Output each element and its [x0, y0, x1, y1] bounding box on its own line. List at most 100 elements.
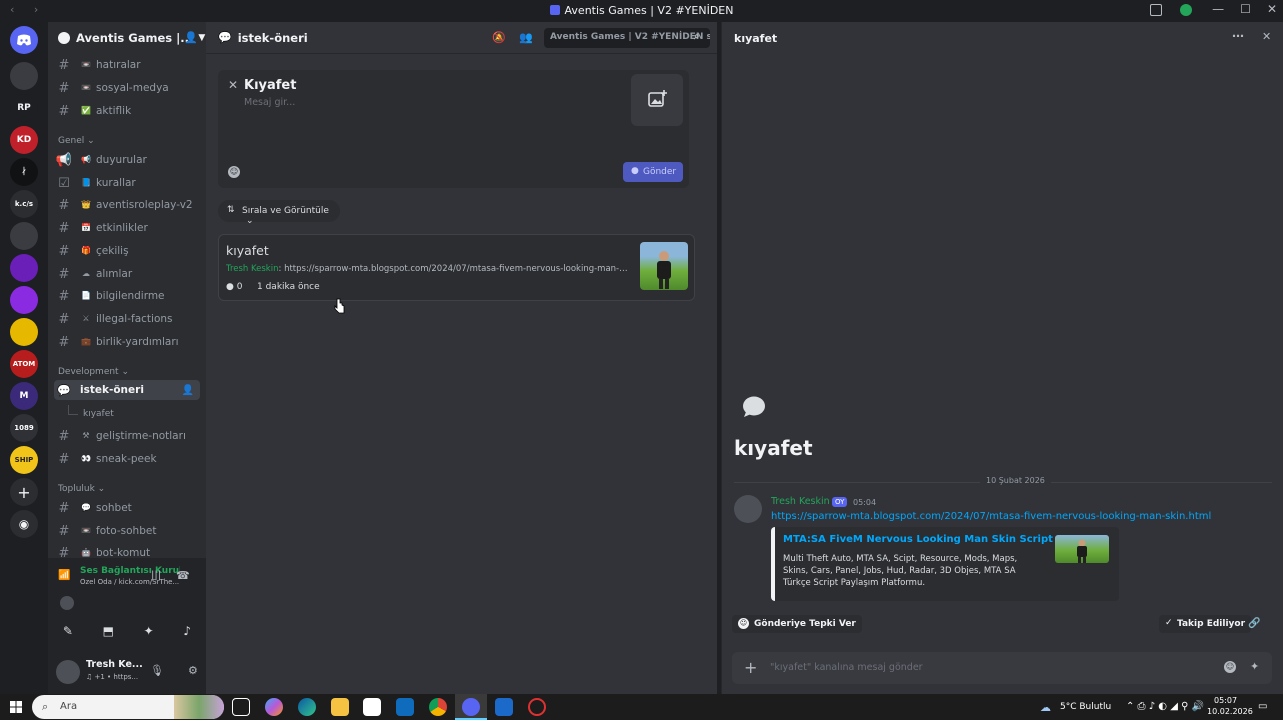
help-icon[interactable] [1180, 4, 1192, 16]
user-avatar[interactable] [56, 660, 80, 684]
mail-icon[interactable] [396, 698, 414, 716]
emoji-picker-icon[interactable]: ☺ [228, 166, 240, 178]
chrome-icon[interactable] [429, 698, 447, 716]
voice-status[interactable]: Ses Bağlantısı Kuruldu [80, 566, 180, 576]
server-icon-1[interactable] [10, 62, 38, 90]
add-image-button[interactable] [631, 74, 683, 126]
channel-sohbet[interactable]: # 💬 sohbet [54, 498, 200, 518]
server-icon-rp[interactable]: RP [10, 94, 38, 122]
server-icon-m[interactable]: M [10, 382, 38, 410]
app-icon-8[interactable] [495, 698, 513, 716]
create-invite-icon[interactable]: 👤 [182, 385, 194, 396]
channel-etkinlikler[interactable]: # 📅 etkinlikler [54, 218, 200, 238]
channel-aventisroleplay-v2[interactable]: # 👑 aventisroleplay-v2 [54, 195, 200, 215]
category-genel[interactable]: Genel ⌄ [58, 136, 95, 146]
close-icon[interactable]: ✕ [228, 78, 238, 92]
channel-istek-oneri[interactable]: 💬 istek-öneri 👤 [54, 380, 200, 400]
category-development[interactable]: Development ⌄ [58, 367, 129, 377]
clock-time[interactable]: 05:07 [1214, 696, 1237, 705]
server-icon-ship[interactable]: SHIP [10, 446, 38, 474]
windows-start-icon[interactable] [10, 701, 22, 713]
microsoft-store-icon[interactable] [363, 698, 381, 716]
edge-browser-icon[interactable] [298, 698, 316, 716]
user-name[interactable]: Tresh Ke... [86, 659, 143, 670]
disconnect-icon[interactable]: ☎ [176, 569, 190, 582]
channel-sneak-peek[interactable]: # 👀 sneak-peek [54, 449, 200, 469]
add-server-button[interactable]: + [10, 478, 38, 506]
server-icon-1089[interactable]: 1089 [10, 414, 38, 442]
camera-off-icon[interactable]: ✎ [63, 624, 73, 638]
channel-aktiflik[interactable]: # ✅ aktiflik [54, 101, 200, 121]
inbox-icon[interactable] [1150, 4, 1162, 16]
task-view-icon[interactable] [232, 698, 250, 716]
channel-hatiralar[interactable]: # 📼 hatıralar [54, 55, 200, 75]
author-avatar[interactable] [734, 495, 762, 523]
server-icon-6[interactable] [10, 222, 38, 250]
server-icon-9[interactable] [10, 318, 38, 346]
notifications-muted-icon[interactable]: 🔕 [492, 31, 506, 44]
screen-share-icon[interactable]: ⬒ [103, 624, 114, 638]
channel-alimlar[interactable]: # ☁ alımlar [54, 264, 200, 284]
channel-duyurular[interactable]: 📢 📢 duyurular [54, 150, 200, 170]
category-topluluk[interactable]: Topluluk ⌄ [58, 484, 105, 494]
post-title-input[interactable]: Kıyafet [244, 78, 296, 93]
member-list-icon[interactable]: 👥 [519, 31, 533, 44]
close-window-button[interactable]: ✕ [1267, 2, 1277, 16]
forum-post-card[interactable]: kıyafet Tresh Keskin: https://sparrow-mt… [218, 234, 695, 301]
activities-icon[interactable]: ✦ [144, 624, 154, 638]
search-icon[interactable]: ⌕ [694, 31, 700, 42]
thread-kiyafet[interactable]: kıyafet [68, 404, 214, 424]
server-icon-8[interactable] [10, 286, 38, 314]
channel-birlik-yardimlari[interactable]: # 💼 birlik-yardımları [54, 332, 200, 352]
send-button[interactable]: ● Gönder [623, 162, 683, 182]
emoji-picker-icon[interactable]: ☺ [1224, 661, 1236, 673]
server-header[interactable]: Aventis Games |... ▼ 👤 [48, 22, 206, 54]
system-tray-icons[interactable]: ⌃ ⎙ ♪ ◐ ◢ ⚲ 🔊 [1126, 701, 1204, 712]
clock-date[interactable]: 10.02.2026 [1207, 707, 1253, 716]
channel-gelistirme-notlari[interactable]: # ⚒ geliştirme-notları [54, 426, 200, 446]
server-icon-7[interactable] [10, 254, 38, 282]
server-icon-atom[interactable]: ATOM [10, 350, 38, 378]
taskbar-search-box[interactable]: ⌕ Ara [32, 695, 224, 719]
home-button[interactable] [10, 26, 38, 54]
following-button[interactable]: ✓ Takip Ediliyor [1159, 615, 1252, 633]
more-options-icon[interactable]: ⋯ [1232, 29, 1244, 43]
notification-center-icon[interactable]: ▭ [1258, 701, 1267, 712]
voice-detail[interactable]: Özel Oda / kick.com/SrThe... [80, 578, 184, 586]
server-icon-kd[interactable]: KD [10, 126, 38, 154]
channel-sosyal-medya[interactable]: # 📼 sosyal-medya [54, 78, 200, 98]
maximize-button[interactable]: ☐ [1240, 2, 1251, 16]
channel-cekilis[interactable]: # 🎁 çekiliş [54, 241, 200, 261]
close-thread-icon[interactable]: ✕ [1262, 30, 1271, 43]
thread-message-input[interactable]: + "kıyafet" kanalına mesaj gönder ☺ ✦ [732, 652, 1272, 684]
file-explorer-icon[interactable] [331, 698, 349, 716]
app-icon-9[interactable] [528, 698, 546, 716]
channel-bilgilendirme[interactable]: # 📄 bilgilendirme [54, 286, 200, 306]
react-to-post-button[interactable]: ☺ Gönderiye Tepki Ver [732, 615, 862, 633]
invite-people-icon[interactable]: 👤 [184, 31, 198, 44]
weather-text[interactable]: 5°C Bulutlu [1060, 702, 1111, 712]
settings-gear-icon[interactable]: ⚙ [188, 664, 198, 677]
search-input[interactable]: Aventis Games | V2 #YENİDEN s... [544, 28, 710, 48]
channel-foto-sohbet[interactable]: # 📼 foto-sohbet [54, 521, 200, 541]
channel-kurallar[interactable]: ☑ 📘 kurallar [54, 173, 200, 193]
discord-taskbar-icon[interactable] [462, 698, 480, 716]
microphone-icon[interactable]: 🎙 [150, 664, 164, 677]
attach-plus-icon[interactable]: + [744, 658, 757, 677]
post-message-input[interactable]: Mesaj gir... [244, 97, 295, 108]
noise-suppression-icon[interactable]: ||| [151, 570, 161, 581]
embed-title[interactable]: MTA:SA FiveM Nervous Looking Man Skin Sc… [783, 534, 1053, 545]
soundboard-icon[interactable]: ♪ [183, 624, 191, 638]
minimize-button[interactable]: — [1212, 2, 1224, 16]
copilot-icon[interactable] [265, 698, 283, 716]
channel-illegal-factions[interactable]: # ⚔ illegal-factions [54, 309, 200, 329]
sort-view-button[interactable]: ⇅ Sırala ve Görüntüle ⌄ [218, 200, 340, 226]
copy-link-icon[interactable]: 🔗 [1248, 618, 1260, 629]
message-link[interactable]: https://sparrow-mta.blogspot.com/2024/07… [771, 511, 1211, 522]
discover-compass-icon[interactable]: ◉ [10, 510, 38, 538]
author-name[interactable]: Tresh Keskin [771, 496, 830, 507]
embed-thumbnail[interactable] [1055, 535, 1109, 563]
server-icon-4[interactable]: ᛅ [10, 158, 38, 186]
apps-icon[interactable]: ✦ [1250, 660, 1259, 673]
server-icon-kcs[interactable]: k.c/s [10, 190, 38, 218]
